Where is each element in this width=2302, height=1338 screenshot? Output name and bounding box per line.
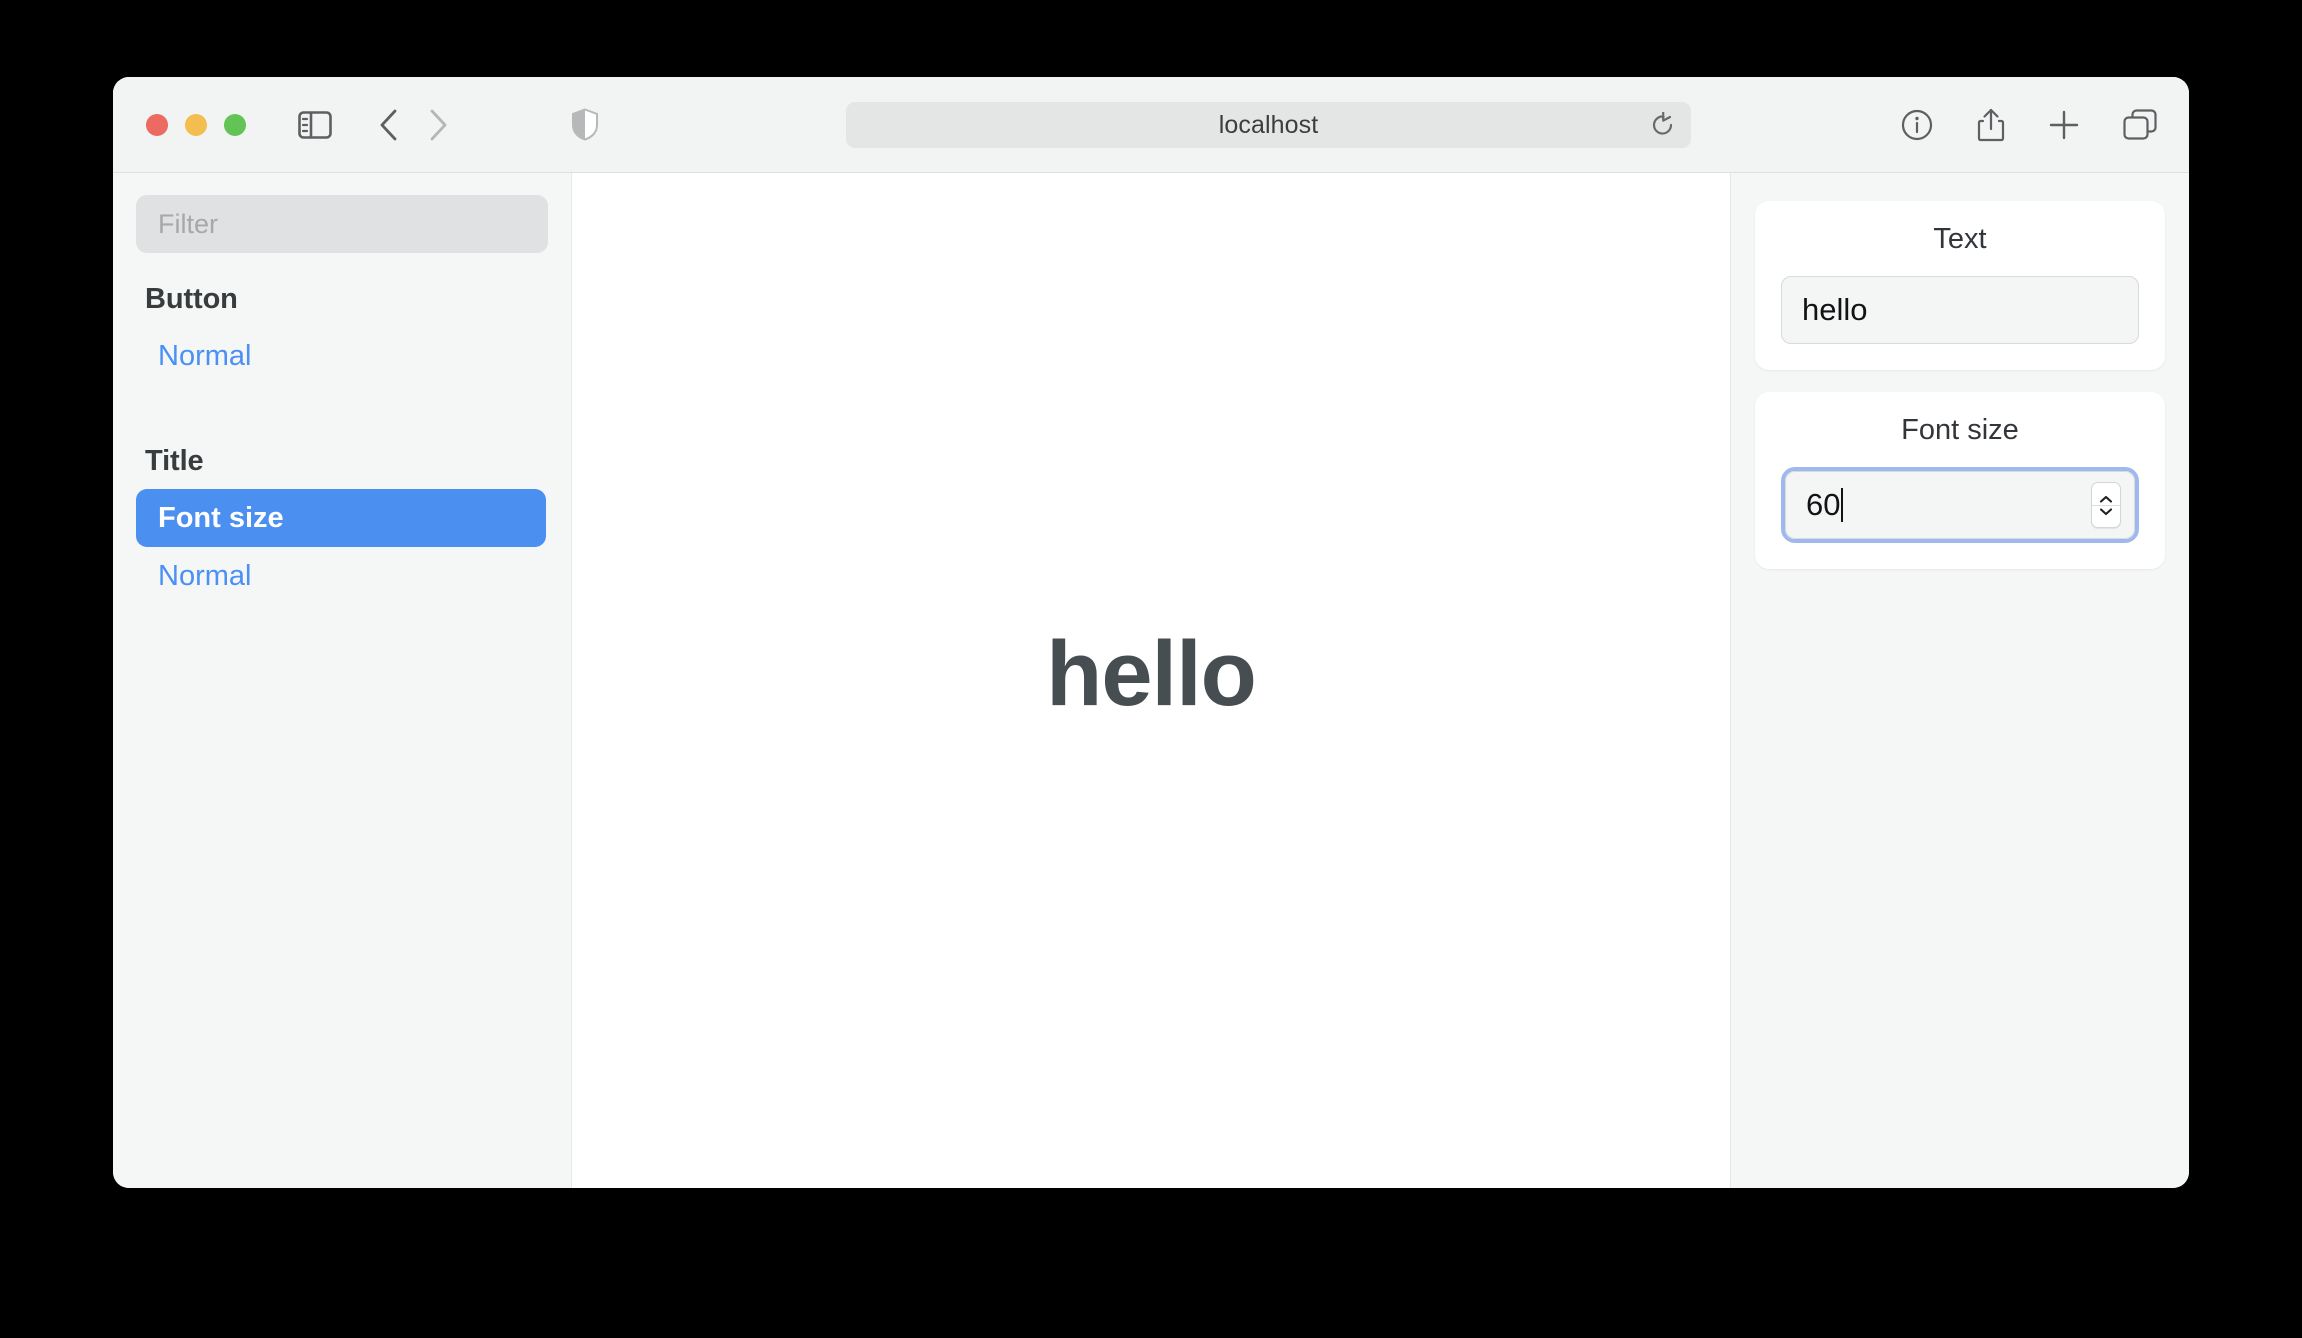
preview-title-text: hello — [1046, 623, 1257, 725]
browser-window: localhost Filter Button Normal Title Fon… — [113, 77, 2189, 1188]
font-size-input[interactable]: 60 — [1785, 471, 2135, 539]
browser-toolbar: localhost — [113, 77, 2189, 173]
shield-icon[interactable] — [571, 108, 599, 141]
chevron-up-icon[interactable] — [2098, 494, 2114, 505]
font-size-stepper[interactable] — [2091, 482, 2121, 528]
sidebar-item-button-normal[interactable]: Normal — [136, 327, 548, 385]
sidebar-item-label: Normal — [158, 339, 252, 372]
font-size-card-title: Font size — [1901, 414, 2019, 446]
plus-icon[interactable] — [2049, 110, 2079, 140]
text-value-input[interactable] — [1781, 276, 2139, 344]
sidebar-item-label: Font size — [158, 501, 284, 534]
reload-icon[interactable] — [1651, 112, 1675, 138]
address-text: localhost — [1218, 110, 1319, 139]
font-size-value: 60 — [1806, 487, 1841, 522]
sidebar-section-button: Button Normal — [136, 283, 548, 385]
close-window-button[interactable] — [146, 113, 168, 136]
right-inspector-panel: Text Font size 60 — [1730, 173, 2189, 1188]
info-circle-icon[interactable] — [1901, 109, 1933, 141]
sidebar-item-font-size[interactable]: Font size — [136, 489, 546, 547]
sidebar-section-title: Button — [145, 283, 238, 315]
address-bar[interactable]: localhost — [846, 102, 1691, 148]
chevron-left-icon[interactable] — [377, 108, 399, 142]
left-sidebar: Button Normal Title Font size Normal — [113, 173, 572, 1188]
preview-content-area: hello — [572, 173, 1730, 1188]
share-icon[interactable] — [1977, 108, 2005, 142]
sidebar-section-divider — [136, 385, 548, 415]
sidebar-items: Font size Normal — [136, 489, 548, 605]
chevron-right-icon[interactable] — [427, 108, 449, 142]
chevron-down-icon[interactable] — [2098, 506, 2114, 517]
sidebar-section-title-group: Title Font size Normal — [136, 445, 548, 605]
sidebar-item-title-normal[interactable]: Normal — [136, 547, 548, 605]
text-property-card: Text — [1755, 201, 2165, 370]
font-size-property-card: Font size 60 — [1755, 392, 2165, 569]
sidebar-toggle-icon[interactable] — [298, 110, 332, 139]
minimize-window-button[interactable] — [185, 113, 207, 136]
window-body: Button Normal Title Font size Normal — [113, 173, 2189, 1188]
font-size-field-wrapper: 60 — [1781, 467, 2139, 543]
text-caret — [1841, 488, 1844, 522]
maximize-window-button[interactable] — [224, 113, 246, 136]
tab-overview-icon[interactable] — [2123, 108, 2157, 141]
traffic-lights — [146, 113, 246, 136]
toolbar-right-group — [1901, 108, 2157, 142]
text-card-title: Text — [1933, 223, 1987, 255]
filter-input[interactable] — [136, 195, 548, 253]
sidebar-items: Normal — [136, 327, 548, 385]
sidebar-section-title: Title — [145, 445, 204, 477]
sidebar-item-label: Normal — [158, 559, 252, 592]
